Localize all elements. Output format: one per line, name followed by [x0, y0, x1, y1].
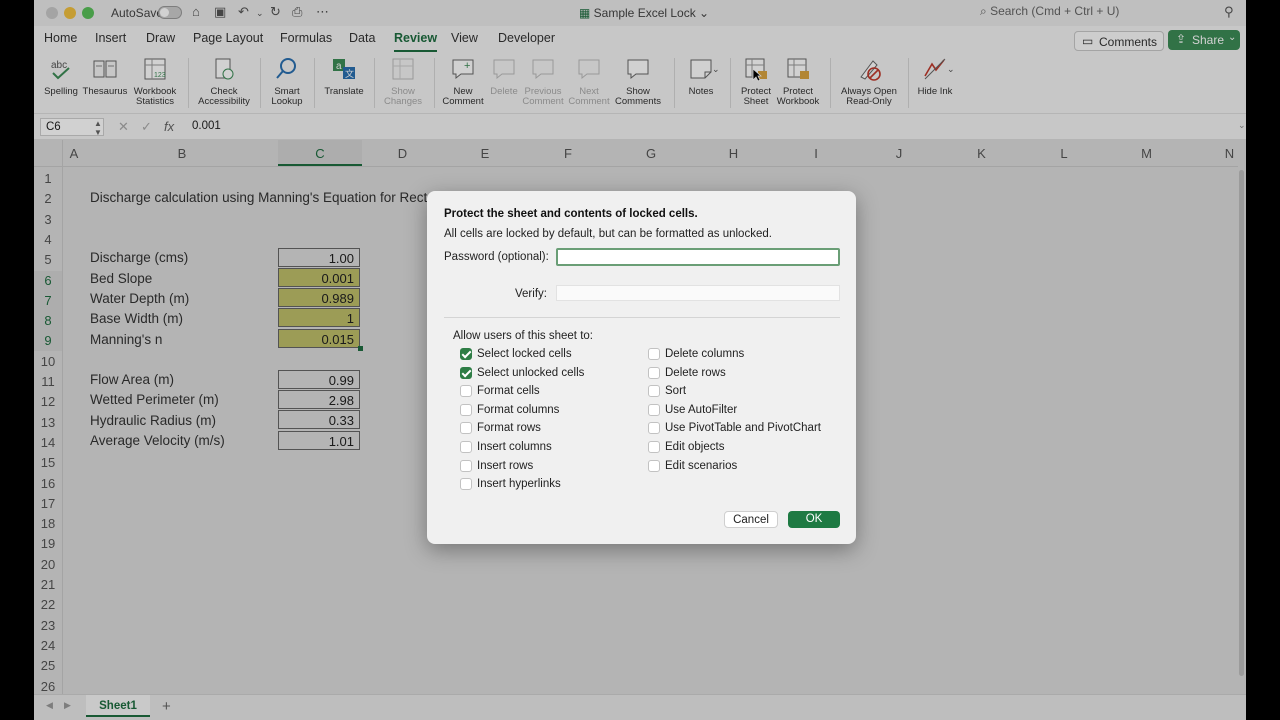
permission-option-label: Delete rows: [665, 366, 726, 379]
checkbox[interactable]: [648, 441, 660, 453]
checkbox[interactable]: [460, 385, 472, 398]
permission-option-label: Use AutoFilter: [665, 403, 738, 416]
checkbox-checked[interactable]: [460, 348, 472, 360]
dialog-title: Protect the sheet and contents of locked…: [444, 208, 698, 220]
checkbox[interactable]: [648, 348, 660, 360]
permission-option-label: Use PivotTable and PivotChart: [665, 422, 821, 435]
checkbox[interactable]: [648, 422, 660, 435]
verify-label: Verify:: [515, 288, 547, 300]
checkbox[interactable]: [460, 478, 472, 491]
checkbox[interactable]: [460, 441, 472, 453]
dialog-subtitle: All cells are locked by default, but can…: [444, 228, 772, 240]
permission-option-label: Insert hyperlinks: [477, 478, 561, 491]
dialog-divider: [444, 317, 840, 318]
permission-option-label: Select locked cells: [477, 348, 572, 360]
permission-option-label: Delete columns: [665, 348, 745, 360]
protect-sheet-dialog: Protect the sheet and contents of locked…: [427, 191, 856, 544]
checkbox[interactable]: [460, 403, 472, 416]
permission-option-label: Edit objects: [665, 441, 725, 453]
allow-users-label: Allow users of this sheet to:: [453, 330, 593, 342]
permission-option-label: Edit scenarios: [665, 459, 738, 472]
permission-option-label: Insert rows: [477, 459, 534, 472]
checkbox[interactable]: [648, 366, 660, 379]
checkbox[interactable]: [648, 403, 660, 416]
permission-option-label: Sort: [665, 385, 687, 398]
permission-option-label: Select unlocked cells: [477, 366, 585, 379]
checkbox-checked[interactable]: [460, 366, 472, 379]
checkbox[interactable]: [648, 459, 660, 472]
checkbox[interactable]: [460, 422, 472, 435]
permission-option-label: Format rows: [477, 422, 541, 435]
permission-option-label: Format columns: [477, 403, 560, 416]
permission-option-label: Insert columns: [477, 441, 552, 453]
password-label: Password (optional):: [444, 251, 549, 263]
checkbox[interactable]: [648, 385, 660, 398]
screen: AutoSave ⌂ ▣ ↶ ⌄ ↻ ⎙ ⋯ ▦ Sample Excel Lo…: [0, 0, 1280, 720]
cancel-button[interactable]: Cancel: [724, 511, 778, 528]
checkbox[interactable]: [460, 459, 472, 472]
verify-field[interactable]: [556, 285, 840, 301]
password-field[interactable]: [556, 248, 840, 266]
ok-button[interactable]: OK: [788, 511, 840, 528]
permission-option-label: Format cells: [477, 385, 540, 398]
